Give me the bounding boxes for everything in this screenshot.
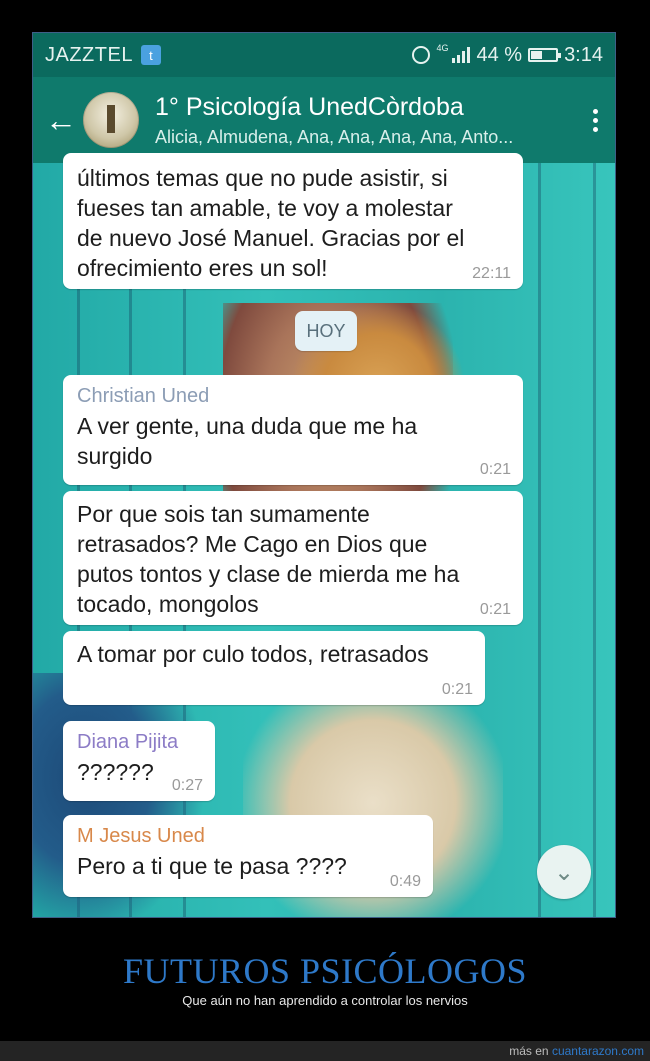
footer-bar: más en cuantarazon.com <box>0 1041 650 1061</box>
footer-site-link[interactable]: cuantarazon.com <box>552 1044 644 1058</box>
message-time: 0:27 <box>171 777 203 794</box>
carrier-name: JAZZTEL <box>45 43 133 66</box>
message-time: 22:11 <box>472 265 511 282</box>
chevron-double-down-icon: ⌄ <box>553 858 575 886</box>
chat-title: 1° Psicología UnedCòrdoba <box>155 92 464 121</box>
footer-credit: más en cuantarazon.com <box>509 1044 644 1058</box>
clock: 3:14 <box>564 43 603 66</box>
message-bubble[interactable]: M Jesus Uned Pero a ti que te pasa ???? … <box>63 815 433 897</box>
back-arrow-icon[interactable]: ← <box>45 104 79 136</box>
network-type: 4G <box>436 43 449 53</box>
message-sender[interactable]: Diana Pijita <box>77 729 201 755</box>
battery-percent: 44 % <box>476 43 523 66</box>
message-text: últimos temas que no pude asistir, si fu… <box>77 165 465 281</box>
message-text: Por que sois tan sumamente retrasados? M… <box>77 501 460 617</box>
alarm-icon <box>412 46 431 64</box>
message-bubble[interactable]: Diana Pijita ?????? 0:27 <box>63 721 215 801</box>
message-time: 0:21 <box>479 601 511 618</box>
caption-title: FUTUROS PSICÓLOGOS <box>122 951 528 991</box>
message-sender[interactable]: M Jesus Uned <box>77 823 419 849</box>
footer-prefix: más en <box>509 1044 549 1058</box>
battery-icon <box>528 48 562 62</box>
scroll-down-button[interactable]: ⌄ <box>537 845 591 899</box>
signal-icon <box>452 47 471 63</box>
phone-screenshot: JAZZTEL t 4G 44 % 3:14 ← 1° Psicología U… <box>32 32 616 918</box>
message-text: Pero a ti que te pasa ???? <box>77 853 347 879</box>
message-bubble[interactable]: A tomar por culo todos, retrasados 0:21 <box>63 631 485 705</box>
message-sender[interactable]: Christian Uned <box>77 383 509 409</box>
chat-title-block[interactable]: 1° Psicología UnedCòrdoba Alicia, Almude… <box>155 93 575 148</box>
message-time: 0:21 <box>479 461 511 478</box>
date-separator: HOY <box>295 311 357 351</box>
message-time: 0:21 <box>441 681 473 698</box>
message-bubble[interactable]: Por que sois tan sumamente retrasados? M… <box>63 491 523 625</box>
caption-subtitle: Que aún no han aprendido a controlar los… <box>182 993 468 1008</box>
chat-header: ← 1° Psicología UnedCòrdoba Alicia, Almu… <box>33 77 615 163</box>
twitter-icon: t <box>140 45 161 65</box>
chat-participants: Alicia, Almudena, Ana, Ana, Ana, Ana, An… <box>155 126 514 147</box>
more-vert-icon[interactable] <box>575 108 615 132</box>
message-bubble[interactable]: últimos temas que no pude asistir, si fu… <box>63 153 523 289</box>
message-bubble[interactable]: Christian Uned A ver gente, una duda que… <box>63 375 523 485</box>
status-bar: JAZZTEL t 4G 44 % 3:14 <box>33 33 615 77</box>
message-text: A tomar por culo todos, retrasados <box>77 641 429 667</box>
message-text: A ver gente, una duda que me ha surgido <box>77 413 418 469</box>
message-time: 0:49 <box>389 873 421 890</box>
group-avatar[interactable] <box>83 92 139 148</box>
